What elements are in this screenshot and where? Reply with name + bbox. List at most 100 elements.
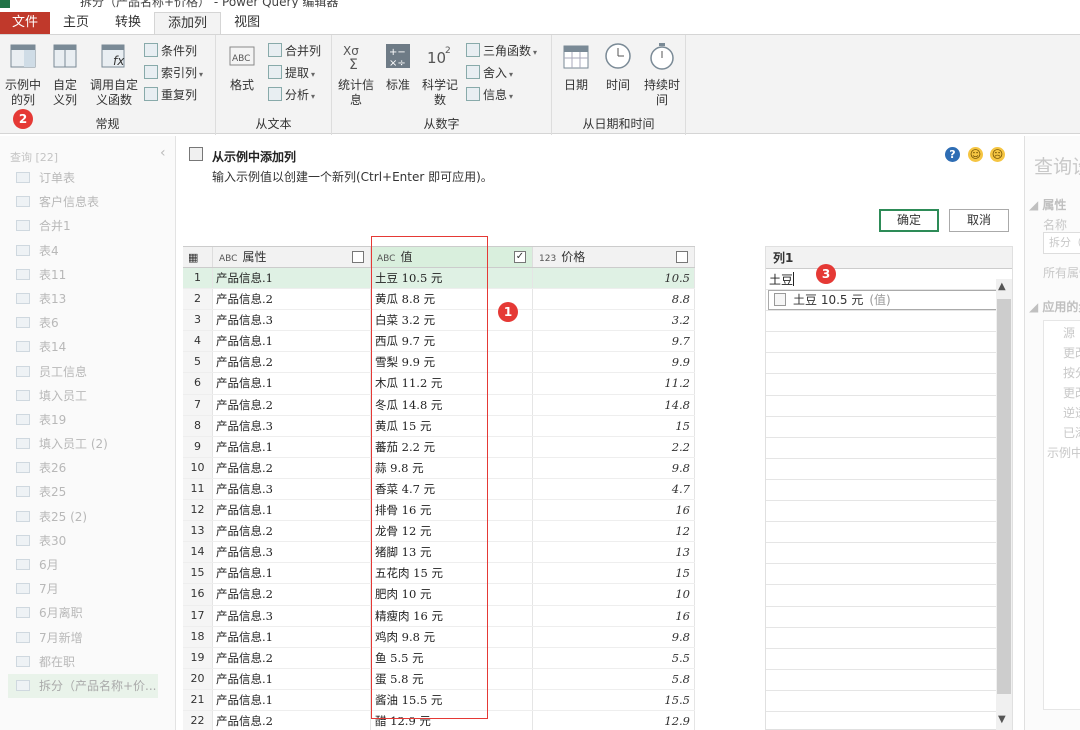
example-cell[interactable] xyxy=(766,438,997,459)
table-row[interactable]: 16 产品信息.2 肥肉 10 元 10 xyxy=(183,584,695,606)
attribute-cell[interactable]: 产品信息.1 xyxy=(213,268,371,289)
attribute-cell[interactable]: 产品信息.1 xyxy=(213,626,371,647)
applied-steps-section[interactable]: ◢ 应用的步骤 xyxy=(1029,298,1080,315)
example-cell[interactable] xyxy=(766,564,997,586)
row-number[interactable]: 17 xyxy=(183,605,213,626)
row-number[interactable]: 16 xyxy=(183,584,213,605)
table-row[interactable]: 10 产品信息.2 蒜 9.8 元 9.8 xyxy=(183,457,695,479)
ok-button[interactable]: 确定 xyxy=(879,209,939,232)
row-number[interactable]: 12 xyxy=(183,500,213,521)
price-cell[interactable]: 5.5 xyxy=(533,647,695,668)
row-number[interactable]: 15 xyxy=(183,563,213,584)
tab-transform[interactable]: 转换 xyxy=(102,12,154,34)
query-item[interactable]: 合并1 xyxy=(0,214,175,238)
table-row[interactable]: 6 产品信息.1 木瓜 11.2 元 11.2 xyxy=(183,373,695,395)
example-cell[interactable] xyxy=(766,374,997,396)
table-menu-icon[interactable]: ▦ xyxy=(183,247,213,267)
time-button[interactable]: 时间 xyxy=(600,41,636,93)
query-item[interactable]: 表13 xyxy=(0,287,175,311)
column-from-examples-button[interactable]: 示例中的列 xyxy=(2,41,44,108)
value-cell[interactable]: 猪脚 13 元 xyxy=(371,542,533,563)
query-item[interactable]: 表26 xyxy=(0,456,175,480)
table-row[interactable]: 2 产品信息.2 黄瓜 8.8 元 8.8 xyxy=(183,289,695,311)
query-item[interactable]: 表19 xyxy=(0,408,175,432)
collapse-chevron-icon[interactable]: ‹ xyxy=(160,145,166,161)
query-item[interactable]: 客户信息表 xyxy=(0,190,175,214)
attribute-cell[interactable]: 产品信息.3 xyxy=(213,605,371,626)
applied-step[interactable]: 更改的类型1 xyxy=(1063,384,1080,401)
query-item[interactable]: 6月 xyxy=(0,553,175,577)
table-row[interactable]: 1 产品信息.1 土豆 10.5 元 10.5 xyxy=(183,268,695,290)
query-item[interactable]: 都在职 xyxy=(0,650,175,674)
example-cell[interactable] xyxy=(766,396,997,417)
row-number[interactable]: 7 xyxy=(183,394,213,415)
example-cell[interactable] xyxy=(766,712,997,730)
example-cell[interactable] xyxy=(766,480,997,502)
attribute-cell[interactable]: 产品信息.3 xyxy=(213,478,371,500)
query-item[interactable]: 订单表 xyxy=(0,166,175,190)
example-input-cell[interactable]: 土豆 xyxy=(769,271,795,288)
row-number[interactable]: 11 xyxy=(183,478,213,500)
price-cell[interactable]: 9.8 xyxy=(533,626,695,647)
value-cell[interactable]: 鸡肉 9.8 元 xyxy=(371,626,533,647)
value-cell[interactable]: 土豆 10.5 元 xyxy=(371,268,533,289)
attribute-cell[interactable]: 产品信息.2 xyxy=(213,289,371,310)
date-button[interactable]: 日期 xyxy=(558,41,594,93)
query-item[interactable]: 7月 xyxy=(0,577,175,601)
query-item[interactable]: 7月新增 xyxy=(0,626,175,650)
attribute-cell[interactable]: 产品信息.1 xyxy=(213,331,371,352)
duplicate-column-button[interactable]: 重复列 xyxy=(144,85,197,105)
table-row[interactable]: 20 产品信息.1 蛋 5.8 元 5.8 xyxy=(183,668,695,690)
attribute-cell[interactable]: 产品信息.2 xyxy=(213,394,371,415)
column-header-value[interactable]: ABC 值 ✓ xyxy=(371,247,533,267)
query-item[interactable]: 表6 xyxy=(0,311,175,335)
row-number[interactable]: 20 xyxy=(183,668,213,689)
price-cell[interactable]: 16 xyxy=(533,500,695,521)
value-cell[interactable]: 醋 12.9 元 xyxy=(371,710,533,730)
tab-file[interactable]: 文件 xyxy=(0,12,51,34)
price-cell[interactable]: 5.8 xyxy=(533,668,695,689)
value-cell[interactable]: 五花肉 15 元 xyxy=(371,563,533,584)
applied-step[interactable]: 源 xyxy=(1063,324,1075,341)
price-cell[interactable]: 15.5 xyxy=(533,689,695,710)
example-cell[interactable] xyxy=(766,417,997,438)
table-row[interactable]: 8 产品信息.3 黄瓜 15 元 15 xyxy=(183,415,695,437)
vertical-scrollbar[interactable]: ▲ ▼ xyxy=(996,279,1012,730)
price-cell[interactable]: 10 xyxy=(533,584,695,605)
table-row[interactable]: 17 产品信息.3 精瘦肉 16 元 16 xyxy=(183,605,695,627)
price-cell[interactable]: 14.8 xyxy=(533,394,695,415)
example-cell[interactable] xyxy=(766,353,997,375)
query-item[interactable]: 表14 xyxy=(0,335,175,359)
row-number[interactable]: 6 xyxy=(183,373,213,394)
table-row[interactable]: 15 产品信息.1 五花肉 15 元 15 xyxy=(183,563,695,585)
column-checkbox[interactable] xyxy=(676,251,688,263)
invoke-custom-function-button[interactable]: fx 调用自定义函数 xyxy=(88,41,140,108)
query-item[interactable]: 拆分（产品名称+价... xyxy=(8,673,158,699)
table-row[interactable]: 14 产品信息.3 猪脚 13 元 13 xyxy=(183,542,695,564)
row-number[interactable]: 2 xyxy=(183,289,213,310)
table-row[interactable]: 13 产品信息.2 龙骨 12 元 12 xyxy=(183,521,695,543)
price-cell[interactable]: 8.8 xyxy=(533,289,695,310)
price-cell[interactable]: 9.7 xyxy=(533,331,695,352)
value-cell[interactable]: 黄瓜 15 元 xyxy=(371,415,533,436)
row-number[interactable]: 4 xyxy=(183,331,213,352)
applied-step[interactable]: 按分隔符拆分列 xyxy=(1063,364,1080,381)
row-number[interactable]: 14 xyxy=(183,542,213,563)
row-number[interactable]: 18 xyxy=(183,626,213,647)
attribute-cell[interactable]: 产品信息.3 xyxy=(213,542,371,563)
value-cell[interactable]: 酱油 15.5 元 xyxy=(371,689,533,710)
example-cell[interactable] xyxy=(766,311,997,333)
price-cell[interactable]: 12.9 xyxy=(533,710,695,730)
row-number[interactable]: 9 xyxy=(183,436,213,457)
attribute-cell[interactable]: 产品信息.1 xyxy=(213,689,371,710)
conditional-column-button[interactable]: 条件列 xyxy=(144,41,197,61)
attribute-cell[interactable]: 产品信息.1 xyxy=(213,373,371,394)
value-cell[interactable]: 木瓜 11.2 元 xyxy=(371,373,533,394)
attribute-cell[interactable]: 产品信息.2 xyxy=(213,647,371,668)
row-number[interactable]: 13 xyxy=(183,521,213,542)
example-cell[interactable] xyxy=(766,585,997,607)
value-cell[interactable]: 雪梨 9.9 元 xyxy=(371,352,533,373)
scroll-down-icon[interactable]: ▼ xyxy=(998,714,1006,725)
query-item[interactable]: 表25 xyxy=(0,480,175,504)
price-cell[interactable]: 13 xyxy=(533,542,695,563)
